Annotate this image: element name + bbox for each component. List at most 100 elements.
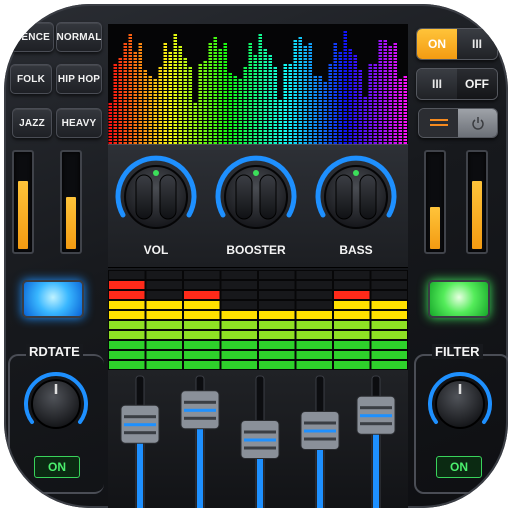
spectrum-segment bbox=[118, 109, 122, 111]
spectrum-segment bbox=[123, 115, 127, 117]
filter-knob[interactable] bbox=[424, 368, 496, 440]
spectrum-segment bbox=[298, 61, 302, 63]
spectrum-segment bbox=[303, 85, 307, 87]
spectrum-segment bbox=[208, 130, 212, 132]
preset-hiphop-button[interactable]: HIP HOP bbox=[56, 64, 102, 94]
spectrum-segment bbox=[293, 85, 297, 87]
band-slider[interactable] bbox=[300, 375, 340, 508]
spectrum-segment bbox=[163, 64, 167, 66]
spectrum-segment bbox=[238, 97, 242, 99]
spectrum-segment bbox=[128, 88, 132, 90]
spectrum-segment bbox=[348, 67, 352, 69]
spectrum-segment bbox=[188, 133, 192, 135]
rotate-label: RDTATE bbox=[26, 344, 83, 359]
preset-normal-button[interactable]: NORMAL bbox=[56, 22, 102, 52]
spectrum-segment bbox=[248, 88, 252, 90]
effect-toggle[interactable]: III OFF bbox=[416, 68, 498, 100]
spectrum-segment bbox=[383, 55, 387, 57]
spectrum-segment bbox=[368, 115, 372, 117]
spectrum-segment bbox=[368, 112, 372, 114]
spectrum-segment bbox=[123, 79, 127, 81]
right-level-meter-2 bbox=[466, 150, 488, 254]
bass-knob[interactable] bbox=[315, 155, 397, 229]
spectrum-segment bbox=[368, 118, 372, 120]
spectrum-segment bbox=[313, 94, 317, 96]
rotate-knob[interactable] bbox=[20, 368, 92, 440]
band-slider[interactable] bbox=[180, 375, 220, 508]
spectrum-segment bbox=[183, 100, 187, 102]
spectrum-segment bbox=[163, 124, 167, 126]
band-slider[interactable] bbox=[356, 375, 396, 508]
spectrum-segment bbox=[183, 61, 187, 63]
spectrum-segment bbox=[203, 97, 207, 99]
spectrum-segment bbox=[388, 67, 392, 69]
spectrum-segment bbox=[228, 127, 232, 129]
spectrum-segment bbox=[358, 103, 362, 105]
spectrum-segment bbox=[343, 40, 347, 42]
spectrum-segment bbox=[293, 43, 297, 45]
preset-jazz-button[interactable]: JAZZ bbox=[12, 108, 52, 138]
spectrum-segment bbox=[268, 106, 272, 108]
spectrum-segment bbox=[268, 55, 272, 57]
band-slider[interactable] bbox=[240, 375, 280, 508]
preset-heavy-button[interactable]: HEAVY bbox=[56, 108, 102, 138]
spectrum-segment bbox=[348, 88, 352, 90]
spectrum-segment bbox=[223, 139, 227, 141]
spectrum-segment bbox=[308, 52, 312, 54]
spectrum-segment bbox=[108, 112, 112, 114]
spectrum-segment bbox=[168, 118, 172, 120]
spectrum-segment bbox=[213, 37, 217, 39]
spectrum-segment bbox=[373, 97, 377, 99]
spectrum-segment bbox=[248, 136, 252, 138]
spectrum-segment bbox=[113, 103, 117, 105]
spectrum-segment bbox=[388, 97, 392, 99]
band-slider[interactable] bbox=[120, 375, 160, 508]
spectrum-segment bbox=[138, 67, 142, 69]
spectrum-segment bbox=[218, 79, 222, 81]
vol-knob[interactable] bbox=[115, 155, 197, 229]
eq-cell bbox=[109, 311, 145, 319]
spectrum-segment bbox=[148, 97, 152, 99]
spectrum-segment bbox=[348, 133, 352, 135]
spectrum-segment bbox=[368, 127, 372, 129]
spectrum-segment bbox=[378, 109, 382, 111]
mode-switch[interactable] bbox=[418, 108, 498, 138]
spectrum-segment bbox=[358, 115, 362, 117]
spectrum-segment bbox=[223, 121, 227, 123]
spectrum-segment bbox=[323, 88, 327, 90]
spectrum-segment bbox=[373, 70, 377, 72]
spectrum-segment bbox=[308, 136, 312, 138]
preset-folk-button[interactable]: FOLK bbox=[10, 64, 52, 94]
spectrum-segment bbox=[353, 97, 357, 99]
blue-light-button[interactable] bbox=[22, 280, 84, 318]
spectrum-segment bbox=[138, 103, 142, 105]
green-light-button[interactable] bbox=[428, 280, 490, 318]
spectrum-segment bbox=[143, 97, 147, 99]
booster-knob[interactable] bbox=[215, 155, 297, 229]
spectrum-segment bbox=[198, 73, 202, 75]
eq-cell bbox=[334, 301, 370, 309]
spectrum-segment bbox=[188, 127, 192, 129]
spectrum-segment bbox=[283, 94, 287, 96]
eq-cell bbox=[109, 331, 145, 339]
filter-on-indicator[interactable]: ON bbox=[436, 456, 482, 478]
spectrum-segment bbox=[113, 79, 117, 81]
spectrum-segment bbox=[383, 73, 387, 75]
spectrum-segment bbox=[168, 64, 172, 66]
spectrum-segment bbox=[403, 115, 407, 117]
spectrum-segment bbox=[173, 73, 177, 75]
spectrum-segment bbox=[128, 67, 132, 69]
preset-dance-button[interactable]: DENCE bbox=[10, 22, 54, 52]
spectrum-segment bbox=[173, 82, 177, 84]
spectrum-segment bbox=[283, 118, 287, 120]
spectrum-segment bbox=[123, 43, 127, 45]
spectrum-segment bbox=[168, 52, 172, 54]
rotate-on-indicator[interactable]: ON bbox=[34, 456, 80, 478]
spectrum-segment bbox=[213, 118, 217, 120]
spectrum-segment bbox=[223, 94, 227, 96]
spectrum-segment bbox=[173, 43, 177, 45]
spectrum-segment bbox=[163, 136, 167, 138]
spectrum-segment bbox=[308, 88, 312, 90]
power-toggle[interactable]: ON III bbox=[416, 28, 498, 60]
spectrum-segment bbox=[328, 127, 332, 129]
